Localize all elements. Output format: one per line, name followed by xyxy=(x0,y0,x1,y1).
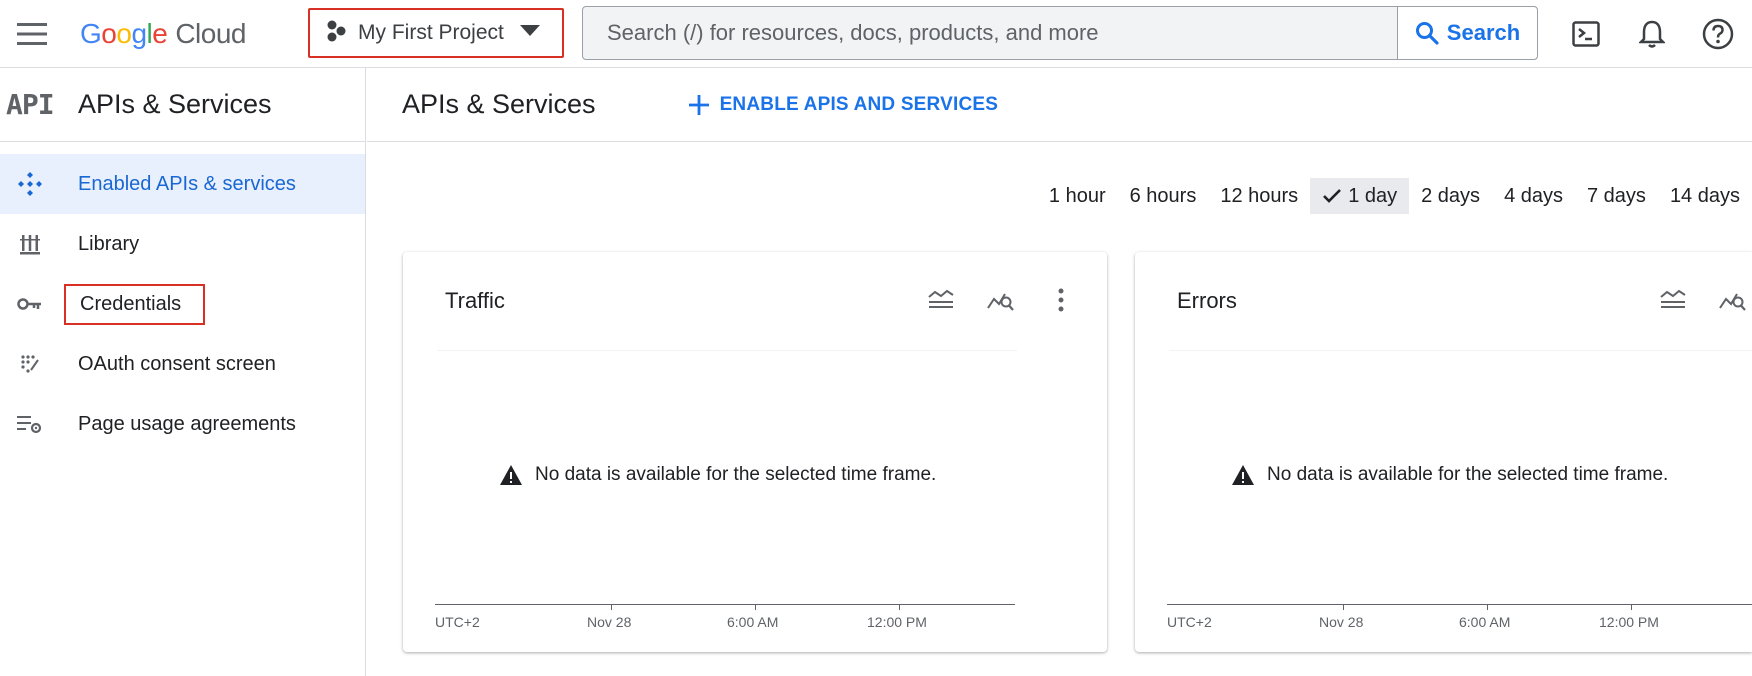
card-toolbar xyxy=(1657,284,1749,316)
sidebar-item-label: Library xyxy=(78,232,140,255)
search-button[interactable]: Search xyxy=(1397,7,1537,59)
sidebar-header: API APIs & Services xyxy=(0,68,365,142)
search-input[interactable] xyxy=(583,7,1397,59)
top-bar: Google Cloud My First Project Search xyxy=(0,0,1752,68)
traffic-card: Traffic No data is available for the sel… xyxy=(403,252,1107,652)
diamond-dots-icon xyxy=(0,171,78,197)
more-vert-icon[interactable] xyxy=(1045,284,1077,316)
logo-letter: G xyxy=(80,18,102,49)
time-option-14-days[interactable]: 14 days xyxy=(1658,178,1752,214)
search-button-label: Search xyxy=(1446,20,1521,45)
logo-cloud-text: Cloud xyxy=(175,18,246,49)
main-content: APIs & Services ENABLE APIS AND SERVICES… xyxy=(367,68,1752,676)
x-tick-label: UTC+2 xyxy=(1167,614,1212,630)
plus-icon xyxy=(688,94,709,115)
card-toolbar xyxy=(925,284,1077,316)
enable-apis-button[interactable]: ENABLE APIS AND SERVICES xyxy=(688,94,999,116)
search-icon xyxy=(1415,22,1439,45)
sidebar-title: APIs & Services xyxy=(78,89,272,119)
hamburger-menu-icon[interactable] xyxy=(12,14,52,54)
x-axis xyxy=(435,604,1015,605)
no-data-text: No data is available for the selected ti… xyxy=(535,464,937,485)
sidebar-item-label: Page usage agreements xyxy=(78,412,296,435)
time-option-1-day[interactable]: 1 day xyxy=(1310,178,1410,214)
legend-toggle-icon[interactable] xyxy=(925,284,957,316)
project-dots-icon xyxy=(326,20,346,47)
no-data-message: No data is available for the selected ti… xyxy=(1231,464,1668,486)
time-option-label: 1 day xyxy=(1348,184,1398,207)
help-icon[interactable] xyxy=(1698,14,1738,54)
logo-letter: g xyxy=(131,18,147,49)
no-data-text: No data is available for the selected ti… xyxy=(1267,464,1669,485)
caret-down-icon xyxy=(519,24,540,42)
x-tick-label: UTC+2 xyxy=(435,614,480,630)
sidebar: API APIs & Services Enabled APIs & servi… xyxy=(0,68,366,676)
logo-letter: o xyxy=(101,18,117,49)
google-cloud-logo[interactable]: Google Cloud xyxy=(80,14,246,54)
sidebar-item-library[interactable]: Library xyxy=(0,214,365,274)
x-tick-label: Nov 28 xyxy=(1319,614,1364,630)
time-option-12-hours[interactable]: 12 hours xyxy=(1208,178,1310,214)
library-icon xyxy=(0,233,78,255)
warning-icon xyxy=(1232,465,1254,485)
x-tick-label: 12:00 PM xyxy=(1599,614,1659,630)
settings-list-icon xyxy=(0,414,78,434)
errors-card: Errors No data is available for the sele… xyxy=(1135,252,1752,652)
sidebar-item-page-usage[interactable]: Page usage agreements xyxy=(0,394,365,454)
search-bar: Search xyxy=(582,6,1538,60)
x-tick xyxy=(1631,604,1632,610)
explore-chart-icon[interactable] xyxy=(985,284,1017,316)
check-icon xyxy=(1323,189,1342,203)
time-option-4-days[interactable]: 4 days xyxy=(1492,178,1575,214)
logo-letter: o xyxy=(116,18,132,49)
project-name: My First Project xyxy=(358,21,504,44)
sidebar-nav: Enabled APIs & services Library Credenti… xyxy=(0,154,365,454)
legend-toggle-icon[interactable] xyxy=(1657,284,1689,316)
oauth-dots-icon xyxy=(0,354,78,374)
x-tick xyxy=(611,604,612,610)
x-tick-label: 6:00 AM xyxy=(1459,614,1511,630)
sidebar-item-enabled-apis[interactable]: Enabled APIs & services xyxy=(0,154,365,214)
sidebar-item-oauth-consent[interactable]: OAuth consent screen xyxy=(0,334,365,394)
sidebar-item-label: Credentials xyxy=(64,283,206,325)
x-tick xyxy=(1487,604,1488,610)
x-tick-label: 6:00 AM xyxy=(727,614,779,630)
time-option-6-hours[interactable]: 6 hours xyxy=(1118,178,1209,214)
time-option-2-days[interactable]: 2 days xyxy=(1409,178,1492,214)
x-tick-label: Nov 28 xyxy=(587,614,632,630)
project-selector-button[interactable]: My First Project xyxy=(308,8,564,58)
x-tick xyxy=(755,604,756,610)
sidebar-item-credentials[interactable]: Credentials xyxy=(0,274,365,334)
page-title: APIs & Services xyxy=(402,89,596,119)
bell-icon[interactable] xyxy=(1632,14,1672,54)
cloud-shell-icon[interactable] xyxy=(1566,14,1606,54)
x-tick xyxy=(899,604,900,610)
x-tick xyxy=(1343,604,1344,610)
logo-letter: e xyxy=(152,18,168,49)
api-logo: API xyxy=(6,88,55,121)
card-title: Errors xyxy=(1177,288,1237,313)
sidebar-item-label: Enabled APIs & services xyxy=(78,172,296,195)
x-tick-label: 12:00 PM xyxy=(867,614,927,630)
time-option-1-hour[interactable]: 1 hour xyxy=(1037,178,1118,214)
card-title: Traffic xyxy=(445,288,505,313)
time-option-7-days[interactable]: 7 days xyxy=(1575,178,1658,214)
explore-chart-icon[interactable] xyxy=(1717,284,1749,316)
enable-apis-label: ENABLE APIS AND SERVICES xyxy=(719,93,999,115)
card-divider xyxy=(1169,350,1752,351)
time-range-selector: 1 hour 6 hours 12 hours 1 day 2 days 4 d… xyxy=(1037,178,1752,214)
sidebar-item-label: OAuth consent screen xyxy=(78,352,276,375)
no-data-message: No data is available for the selected ti… xyxy=(499,464,936,486)
card-divider xyxy=(437,350,1017,351)
main-header: APIs & Services ENABLE APIS AND SERVICES xyxy=(367,68,1752,142)
warning-icon xyxy=(500,465,522,485)
x-axis xyxy=(1167,604,1752,605)
